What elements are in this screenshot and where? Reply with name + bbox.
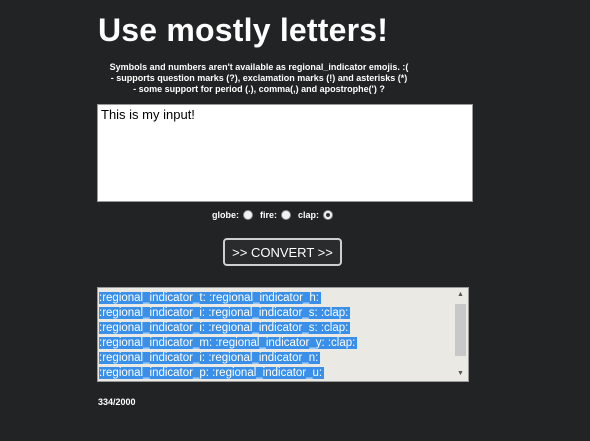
output-line-text: :regional_indicator_p: :regional_indicat… (99, 367, 325, 379)
option-globe[interactable]: globe: (212, 210, 257, 220)
output-line: :regional_indicator_i: :regional_indicat… (99, 351, 357, 366)
scroll-thumb[interactable] (455, 304, 466, 356)
scroll-down-arrow-icon[interactable]: ▼ (453, 367, 468, 381)
output-line-text: :regional_indicator_i: :regional_indicat… (99, 322, 351, 334)
output-line: :regional_indicator_p: :regional_indicat… (99, 366, 357, 381)
output-scrollbar[interactable]: ▲ ▼ (453, 288, 468, 381)
convert-button[interactable]: >> CONVERT >> (223, 238, 342, 266)
option-fire[interactable]: fire: (260, 210, 295, 220)
option-label: fire: (260, 210, 278, 220)
option-label: clap: (298, 210, 320, 220)
emoji-options: globe: fire: clap: (212, 207, 340, 223)
scroll-up-arrow-icon[interactable]: ▲ (453, 288, 468, 302)
output-line: :regional_indicator_t: :regional_indicat… (99, 291, 357, 306)
globe-radio[interactable] (243, 210, 253, 220)
output-line-text: :regional_indicator_i: :regional_indicat… (99, 352, 321, 364)
output-line-text: :regional_indicator_i: :regional_indicat… (99, 307, 351, 319)
clap-radio[interactable] (323, 210, 334, 220)
character-counter: 334/2000 (98, 397, 136, 407)
output-line: :regional_indicator_i: :regional_indicat… (99, 321, 357, 336)
note-line: Symbols and numbers aren't available as … (109, 62, 409, 72)
note-line: - supports question marks (?), exclamati… (110, 73, 408, 83)
text-input[interactable]: This is my input! (97, 104, 473, 202)
output-line-text: :regional_indicator_m: :regional_indicat… (99, 337, 358, 349)
instructions: Symbols and numbers aren't available as … (97, 62, 421, 95)
output-line: :regional_indicator_i: :regional_indicat… (99, 306, 357, 321)
output-text: :regional_indicator_t: :regional_indicat… (99, 291, 358, 381)
option-label: globe: (212, 210, 239, 220)
note-line: - some support for period (.), comma(,) … (133, 84, 385, 94)
output-box[interactable]: :regional_indicator_t: :regional_indicat… (97, 287, 469, 382)
page-title: Use mostly letters! (98, 12, 389, 48)
option-clap[interactable]: clap: (298, 210, 337, 220)
output-line: :regional_indicator_m: :regional_indicat… (99, 336, 358, 351)
fire-radio[interactable] (281, 210, 292, 220)
page: Use mostly letters! Symbols and numbers … (0, 0, 590, 441)
output-line-text: :regional_indicator_t: :regional_indicat… (99, 292, 321, 304)
